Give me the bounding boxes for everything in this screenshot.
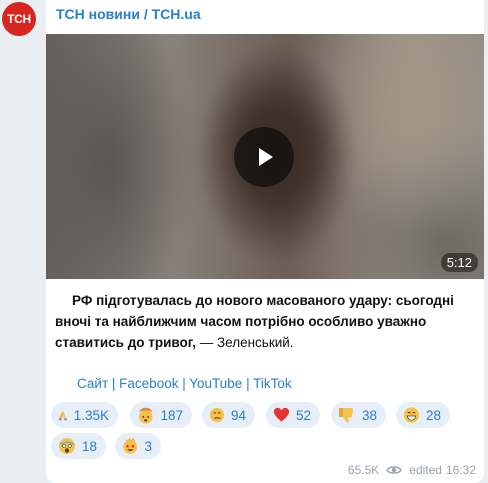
reaction-count: 38 [361,407,377,423]
link-site[interactable]: Сайт [77,376,108,391]
play-button[interactable] [234,127,294,187]
post-text-rest: — Зеленський. [195,335,294,350]
reaction-count: 94 [230,407,246,423]
reaction-count: 52 [295,407,311,423]
crying-face-icon [209,407,225,423]
grinning-face-icon [403,407,420,423]
exploding-head-icon [138,407,153,424]
video-duration: 5:12 [440,253,478,272]
eye-icon [386,466,403,474]
reaction-count: 28 [425,407,441,423]
scrollbar-track[interactable] [484,0,488,483]
screaming-face-icon [58,438,75,454]
link-tiktok[interactable]: TikTok [253,376,292,391]
reaction-heart[interactable]: 52 [266,402,320,428]
thumbs-down-icon [338,408,354,423]
link-youtube[interactable]: YouTube [189,376,242,391]
reaction-star-struck[interactable]: 3 [115,433,161,459]
reaction-thumbs-down[interactable]: 38 [331,402,386,428]
reaction-screaming[interactable]: 18 [51,433,106,459]
channel-name[interactable]: ТСН новини / TCH.ua [56,6,201,22]
pray-emoji-icon [58,410,67,421]
reaction-count: 1.35K [73,407,109,423]
post-text: РФ підготувалась до нового масованого уд… [55,290,475,353]
message-bubble: ТСН новини / TCH.ua 5:12 РФ підготувалас… [46,0,484,483]
reaction-pray[interactable]: 1.35K [51,402,118,428]
reaction-grinning[interactable]: 28 [396,402,450,428]
message-meta: 65.5K edited 16:32 [348,463,476,477]
edited-label: edited [409,463,442,477]
reaction-count: 18 [81,438,97,454]
red-heart-icon [273,407,290,422]
reaction-count: 187 [160,407,183,423]
message-time: 16:32 [445,463,476,477]
links-row: Сайт | Facebook | YouTube | TikTok [77,376,292,391]
link-facebook[interactable]: Facebook [119,376,178,391]
reaction-exploding-head[interactable]: 187 [130,402,192,428]
reaction-count: 3 [144,438,152,454]
video-preview[interactable]: 5:12 [46,34,484,279]
star-struck-icon [123,437,138,454]
view-count: 65.5K [347,463,380,477]
reaction-crying[interactable]: 94 [202,402,255,428]
play-icon [259,148,273,166]
channel-avatar[interactable]: ТСН [2,2,36,36]
